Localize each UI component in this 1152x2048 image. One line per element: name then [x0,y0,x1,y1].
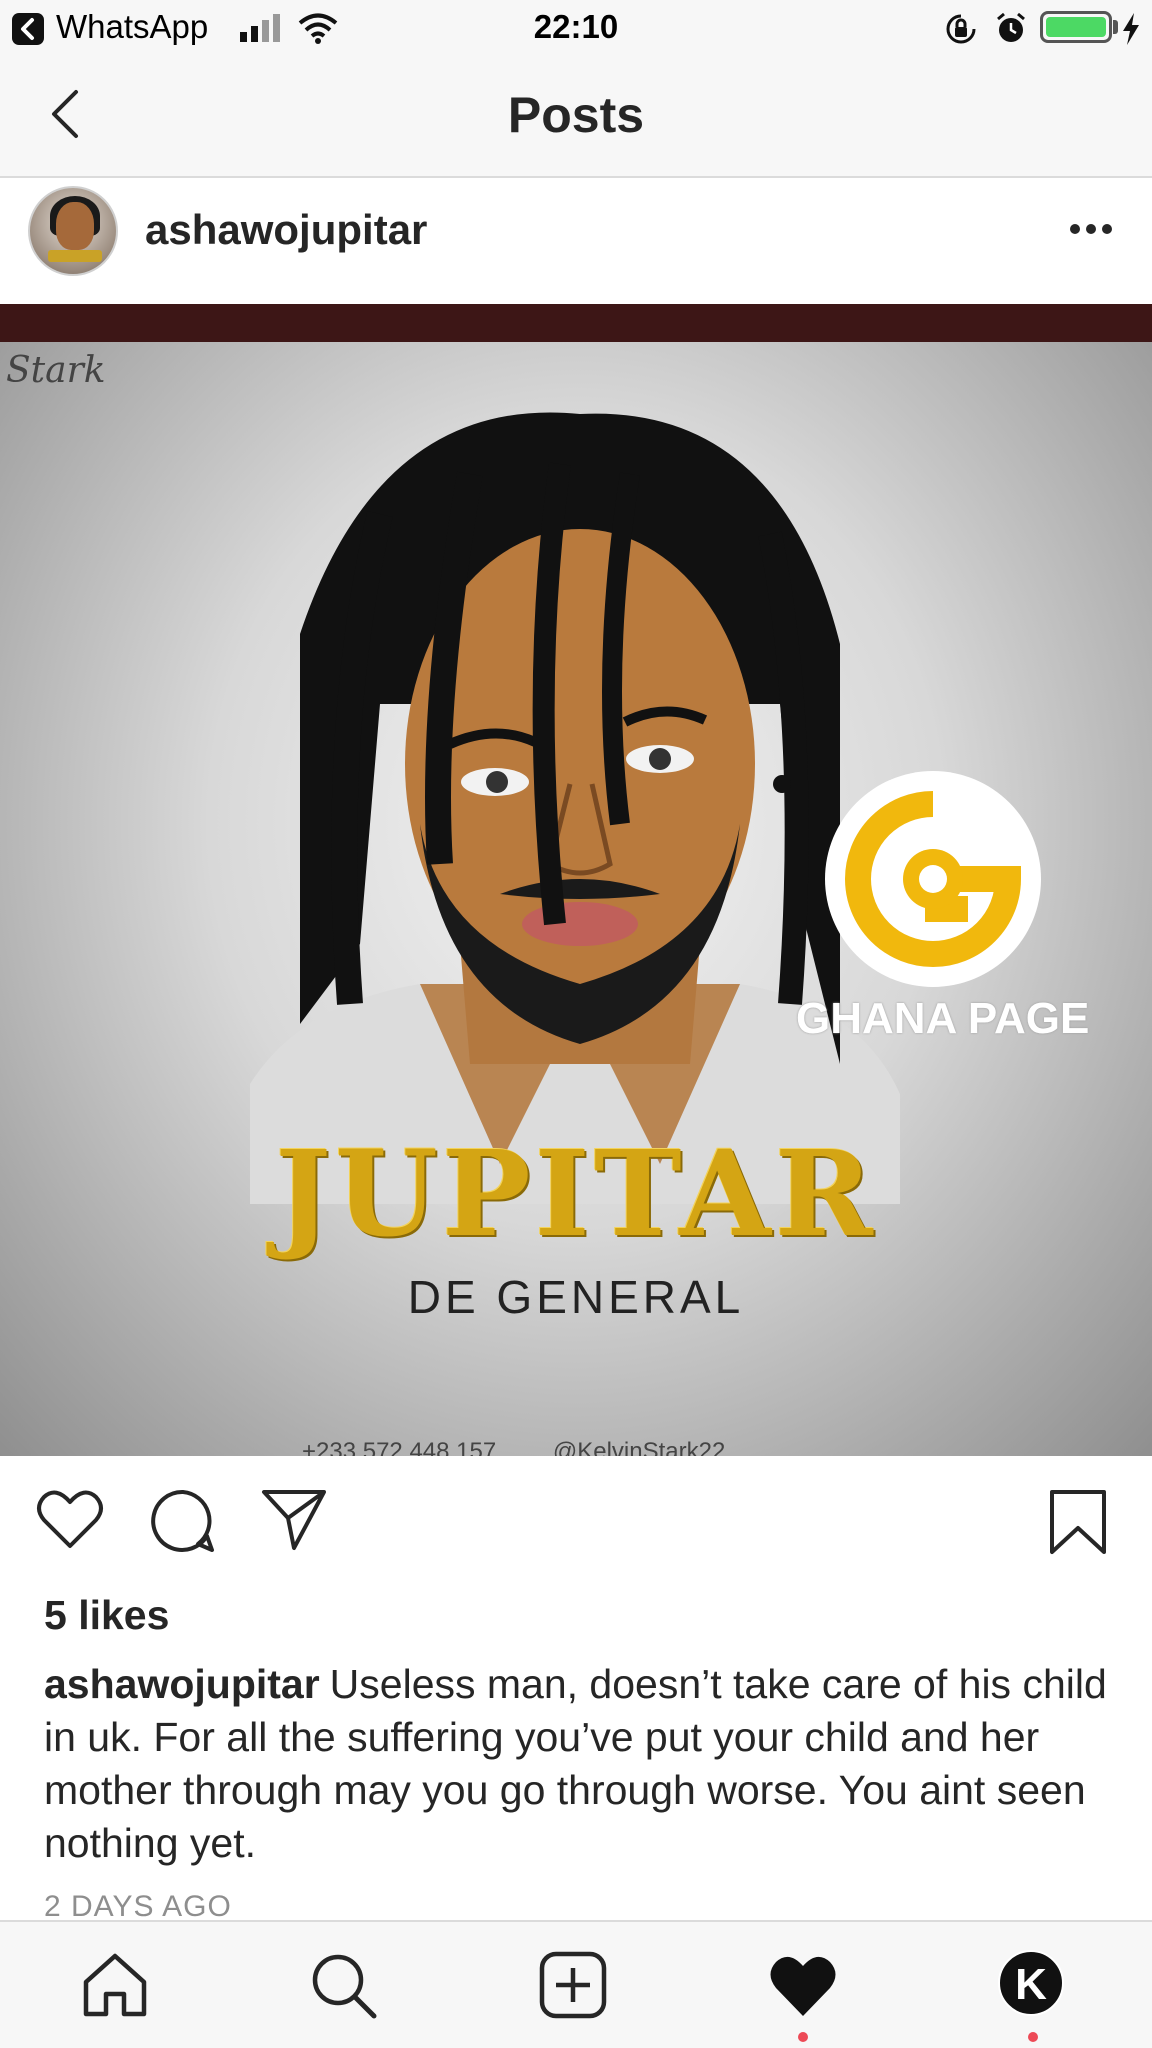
alarm-icon [997,12,1025,42]
likes-count[interactable]: 5 likes [44,1592,169,1639]
profile-icon[interactable]: K [998,1950,1068,2020]
bookmark-icon[interactable] [1048,1488,1108,1556]
status-bar: WhatsApp 22:10 [0,0,1152,56]
comment-icon[interactable] [150,1488,216,1554]
clock: 22:10 [533,8,619,45]
rotation-lock-icon [946,14,976,44]
post-image[interactable]: Stark GHANA PAGE JUPITAR DE GENERAL +233… [0,304,1152,1456]
activity-icon[interactable] [768,1950,838,2020]
activity-notification-dot [798,2032,808,2042]
avatar[interactable] [28,186,118,276]
image-subtitle: DE GENERAL [407,1271,745,1323]
search-icon[interactable] [308,1950,378,2020]
profile-notification-dot [1028,2032,1038,2042]
image-title: JUPITAR [275,1124,877,1263]
charging-icon [1123,13,1139,45]
post-actions [0,1456,1152,1586]
nav-bar: Posts [0,56,1152,178]
battery-icon [1040,11,1112,43]
battery-cap [1113,20,1118,34]
heart-icon[interactable] [36,1488,104,1550]
tab-bar: K [0,1920,1152,2048]
caption-username[interactable]: ashawojupitar [44,1661,320,1707]
image-twitter-handle: @KelvinStark22 [552,1438,726,1456]
profile-initial: K [998,1950,1064,2016]
image-contacts: +233 572 448 157 @KelvinStark22 [302,1438,775,1456]
add-icon[interactable] [538,1950,608,2020]
page-title: Posts [507,87,645,143]
post-header: ashawojupitar [0,178,1152,304]
ghana-page-logo [825,771,1041,987]
share-icon[interactable] [260,1486,328,1552]
post-username[interactable]: ashawojupitar [145,206,427,254]
ghana-page-brand: GHANA PAGE [796,994,1090,1043]
more-icon[interactable] [1068,222,1114,236]
post-caption: ashawojupitar Useless man, doesn’t take c… [44,1658,1124,1870]
home-icon[interactable] [80,1950,150,2020]
image-phone: +233 572 448 157 [302,1438,497,1456]
post-timestamp: 2 DAYS AGO [44,1890,232,1923]
